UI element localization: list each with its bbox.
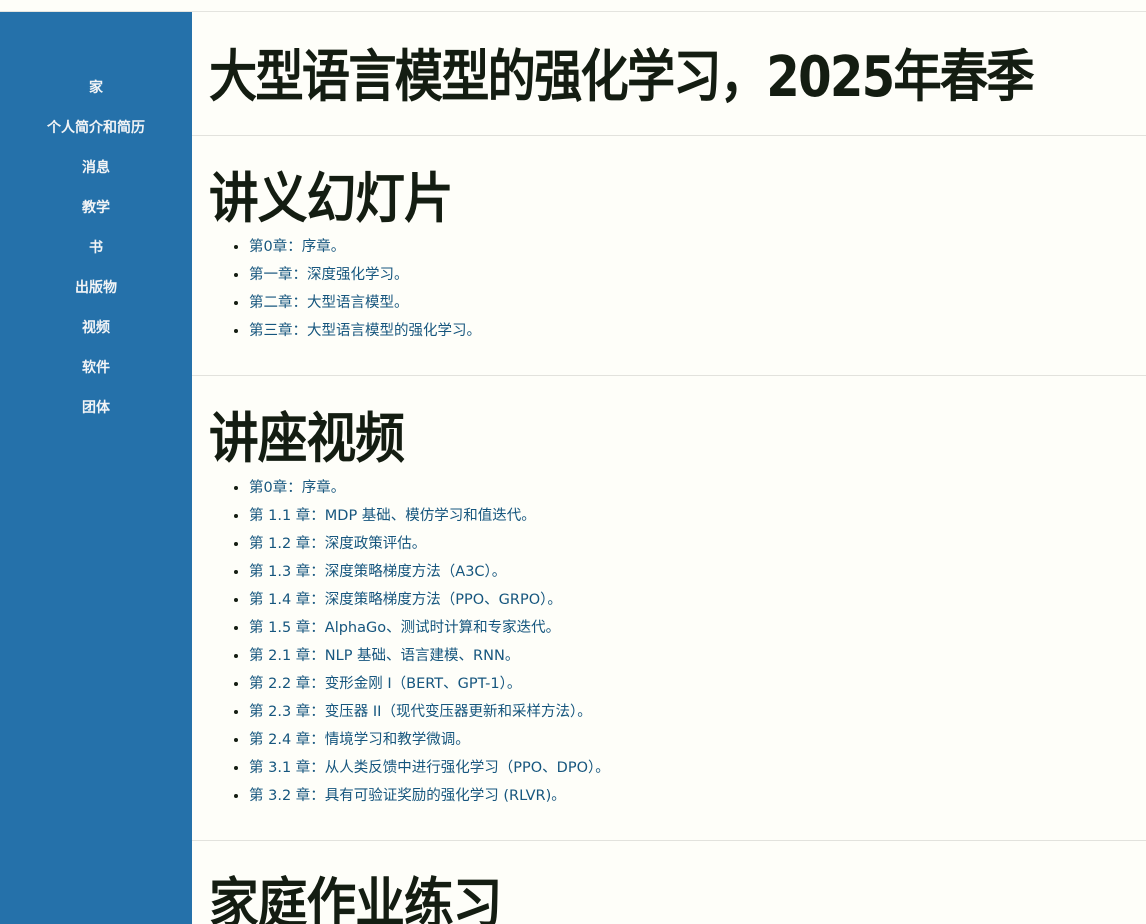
list-item: 第 2.1 章：NLP 基础、语言建模、RNN。: [249, 642, 610, 670]
slide-link[interactable]: 第三章：大型语言模型的强化学习。: [249, 323, 481, 339]
sidebar-item-bio-cv[interactable]: 个人简介和简历: [0, 116, 192, 156]
sidebar-item-news[interactable]: 消息: [0, 156, 192, 196]
list-item: 第 1.4 章：深度策略梯度方法（PPO、GRPO）。: [249, 586, 610, 614]
list-item: 第一章：深度强化学习。: [249, 261, 481, 289]
video-link[interactable]: 第 2.3 章：变压器 II（现代变压器更新和采样方法）。: [249, 704, 592, 720]
sidebar-item-software[interactable]: 软件: [0, 356, 192, 396]
videos-section: 讲座视频 第0章：序章。 第 1.1 章：MDP 基础、模仿学习和值迭代。 第 …: [192, 375, 1146, 841]
slides-heading: 讲义幻灯片: [209, 167, 454, 230]
video-link[interactable]: 第 2.4 章：情境学习和教学微调。: [249, 732, 470, 748]
sidebar-item-group[interactable]: 团体: [0, 396, 192, 436]
list-item: 第三章：大型语言模型的强化学习。: [249, 317, 481, 345]
sidebar-item-publications[interactable]: 出版物: [0, 276, 192, 316]
list-item: 第 3.1 章：从人类反馈中进行强化学习（PPO、DPO）。: [249, 754, 610, 782]
videos-list: 第0章：序章。 第 1.1 章：MDP 基础、模仿学习和值迭代。 第 1.2 章…: [192, 474, 610, 810]
video-link[interactable]: 第 1.2 章：深度政策评估。: [249, 536, 426, 552]
slide-link[interactable]: 第0章：序章。: [249, 239, 345, 255]
video-link[interactable]: 第 3.1 章：从人类反馈中进行强化学习（PPO、DPO）。: [249, 760, 610, 776]
video-link[interactable]: 第 1.5 章：AlphaGo、测试时计算和专家迭代。: [249, 620, 560, 636]
slides-section: 讲义幻灯片 第0章：序章。 第一章：深度强化学习。 第二章：大型语言模型。 第三…: [192, 135, 1146, 375]
sidebar: 家 个人简介和简历 消息 教学 书 出版物 视频 软件 团体: [0, 12, 192, 924]
main-content: 大型语言模型的强化学习，2025年春季 讲义幻灯片 第0章：序章。 第一章：深度…: [192, 12, 1146, 924]
sidebar-item-books[interactable]: 书: [0, 236, 192, 276]
video-link[interactable]: 第 2.1 章：NLP 基础、语言建模、RNN。: [249, 648, 519, 664]
video-link[interactable]: 第0章：序章。: [249, 480, 345, 496]
page-title: 大型语言模型的强化学习，2025年春季: [209, 45, 1034, 110]
list-item: 第 2.4 章：情境学习和教学微调。: [249, 726, 610, 754]
videos-heading: 讲座视频: [209, 407, 405, 470]
slide-link[interactable]: 第一章：深度强化学习。: [249, 267, 409, 283]
sidebar-item-teaching[interactable]: 教学: [0, 196, 192, 236]
sidebar-item-videos[interactable]: 视频: [0, 316, 192, 356]
list-item: 第0章：序章。: [249, 233, 481, 261]
slide-link[interactable]: 第二章：大型语言模型。: [249, 295, 409, 311]
list-item: 第 2.2 章：变形金刚 I（BERT、GPT-1）。: [249, 670, 610, 698]
slides-list: 第0章：序章。 第一章：深度强化学习。 第二章：大型语言模型。 第三章：大型语言…: [192, 233, 481, 345]
list-item: 第 2.3 章：变压器 II（现代变压器更新和采样方法）。: [249, 698, 610, 726]
list-item: 第 3.2 章：具有可验证奖励的强化学习 (RLVR)。: [249, 782, 610, 810]
sidebar-item-home[interactable]: 家: [0, 76, 192, 116]
page-header: 大型语言模型的强化学习，2025年春季: [192, 12, 1146, 135]
video-link[interactable]: 第 1.4 章：深度策略梯度方法（PPO、GRPO）。: [249, 592, 562, 608]
video-link[interactable]: 第 1.1 章：MDP 基础、模仿学习和值迭代。: [249, 508, 536, 524]
video-link[interactable]: 第 2.2 章：变形金刚 I（BERT、GPT-1）。: [249, 676, 521, 692]
sidebar-nav: 家 个人简介和简历 消息 教学 书 出版物 视频 软件 团体: [0, 76, 192, 436]
list-item: 第二章：大型语言模型。: [249, 289, 481, 317]
video-link[interactable]: 第 3.2 章：具有可验证奖励的强化学习 (RLVR)。: [249, 788, 566, 804]
homework-section: 家庭作业练习: [192, 840, 1146, 924]
list-item: 第 1.3 章：深度策略梯度方法（A3C）。: [249, 558, 610, 586]
list-item: 第 1.2 章：深度政策评估。: [249, 530, 610, 558]
list-item: 第 1.5 章：AlphaGo、测试时计算和专家迭代。: [249, 614, 610, 642]
video-link[interactable]: 第 1.3 章：深度策略梯度方法（A3C）。: [249, 564, 506, 580]
list-item: 第0章：序章。: [249, 474, 610, 502]
homework-heading: 家庭作业练习: [209, 872, 502, 924]
list-item: 第 1.1 章：MDP 基础、模仿学习和值迭代。: [249, 502, 610, 530]
